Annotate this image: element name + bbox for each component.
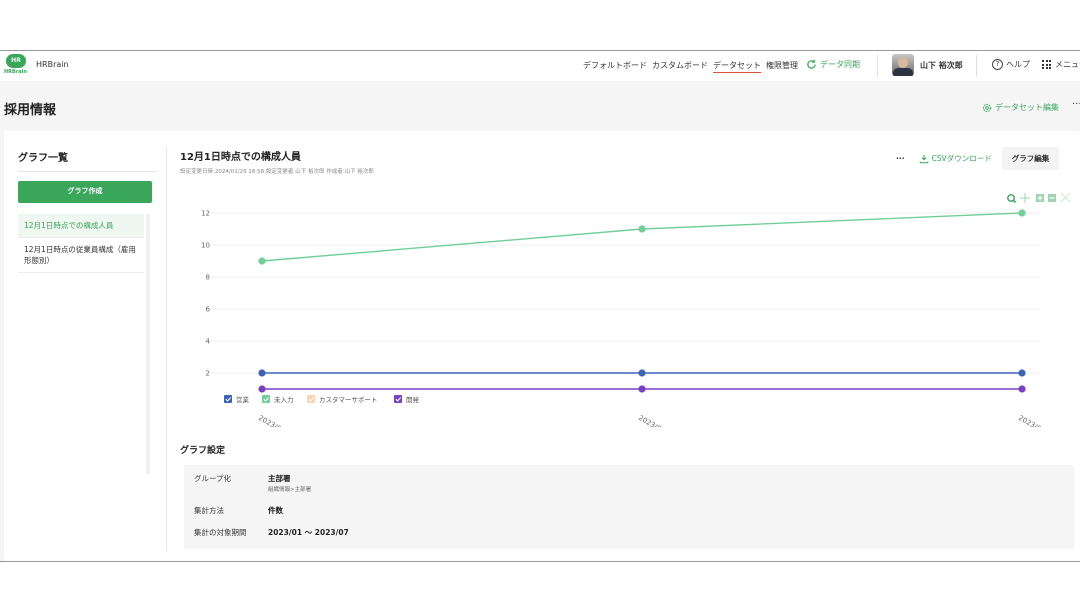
graph-list: 12月1日時点での構成人員 12月1日時点の従業員構成（雇用形態別）: [18, 214, 144, 273]
data-point[interactable]: [638, 225, 646, 233]
y-tick-label: 10: [201, 242, 210, 250]
data-sync-label: データ同期: [820, 60, 860, 69]
content-card: グラフ一覧 グラフ作成 12月1日時点での構成人員 12月1日時点の従業員構成（…: [4, 131, 1080, 561]
settings-label: 集計の対象期間: [194, 528, 247, 537]
graph-list-item[interactable]: 12月1日時点の従業員構成（雇用形態別）: [18, 238, 144, 273]
help-label: ヘルプ: [1006, 60, 1030, 69]
graph-title: 12月1日時点での構成人員: [180, 152, 301, 163]
divider: [877, 55, 878, 77]
avatar[interactable]: [892, 54, 914, 76]
y-tick-label: 8: [206, 274, 210, 282]
refresh-icon: [807, 59, 816, 69]
legend-swatch: [224, 395, 232, 403]
user-name[interactable]: 山下 裕次郎: [920, 60, 963, 71]
page-title: 採用情報: [4, 103, 57, 118]
graph-more-button[interactable]: ···: [896, 154, 905, 163]
y-tick-label: 12: [201, 210, 210, 218]
grid-menu-icon: [1042, 60, 1051, 69]
data-point[interactable]: [258, 385, 266, 393]
graph-edit-button[interactable]: グラフ編集: [1001, 147, 1060, 170]
graph-meta: 設定変更日時:2024/01/29 18:58 設定変更者:山下 裕次郎 作成者…: [180, 169, 374, 175]
settings-value: 主部署: [268, 474, 291, 483]
settings-value: 2023/01 〜 2023/07: [268, 528, 349, 537]
settings-subvalue: 組織情報>主部署: [268, 487, 312, 493]
graph-toolbar: ··· CSVダウンロード グラフ編集: [896, 147, 1060, 170]
pan-icon[interactable]: [1020, 193, 1030, 203]
csv-download-label: CSVダウンロード: [931, 154, 992, 163]
avatar-suit: [893, 68, 913, 76]
legend-swatch: [262, 395, 270, 403]
help-icon: ?: [992, 59, 1003, 70]
data-point[interactable]: [1018, 369, 1026, 377]
nav-default-board[interactable]: デフォルトボード: [583, 60, 647, 73]
data-sync-button[interactable]: データ同期: [806, 59, 860, 70]
main-nav: デフォルトボード カスタムボード データセット 権限管理: [583, 60, 798, 73]
app-frame: HR HRBrain HRBrain デフォルトボード カスタムボード データセ…: [0, 50, 1080, 562]
legend-label: 未入力: [274, 395, 294, 404]
nav-dataset[interactable]: データセット: [713, 60, 761, 73]
settings-label: グループ化: [194, 474, 232, 483]
legend-label: 開発: [406, 395, 420, 404]
graph-panel: 12月1日時点での構成人員 設定変更日時:2024/01/29 18:58 設定…: [180, 131, 1080, 561]
settings-value: 件数: [268, 506, 283, 515]
hrbrain-logo[interactable]: HR HRBrain: [4, 54, 28, 78]
logo-mark: HR: [6, 54, 26, 68]
series-line: [261, 212, 1023, 262]
data-point[interactable]: [638, 385, 646, 393]
graph-list-sidebar: グラフ一覧 グラフ作成 12月1日時点での構成人員 12月1日時点の従業員構成（…: [4, 131, 166, 561]
top-bar: HR HRBrain HRBrain デフォルトボード カスタムボード データセ…: [0, 51, 1080, 81]
logo-subtext: HRBrain: [4, 69, 27, 75]
legend-item[interactable]: 開発: [394, 395, 420, 404]
dataset-edit-button[interactable]: データセット編集: [982, 102, 1059, 113]
data-point[interactable]: [258, 369, 266, 377]
divider: [976, 55, 977, 77]
menu-label: メニュー: [1055, 60, 1080, 69]
csv-download-button[interactable]: CSVダウンロード: [919, 153, 992, 164]
legend-item[interactable]: 営業: [224, 395, 250, 404]
settings-label: 集計方法: [194, 506, 224, 515]
divider: [166, 147, 167, 551]
legend-swatch: [307, 395, 315, 403]
dataset-edit-label: データセット編集: [995, 103, 1059, 112]
page-header: 採用情報 データセット編集 ···: [0, 89, 1080, 127]
help-button[interactable]: ? ヘルプ: [992, 59, 1030, 70]
x-tick-label: 2023/01/01: [257, 414, 296, 427]
nav-permissions[interactable]: 権限管理: [766, 60, 798, 73]
x-tick-label: 2023/07/01: [1017, 414, 1056, 427]
legend-label: カスタマーサポート: [319, 395, 377, 404]
data-point[interactable]: [258, 257, 266, 265]
graph-settings-title: グラフ設定: [180, 446, 226, 456]
legend-swatch: [394, 395, 402, 403]
y-tick-label: 2: [206, 370, 210, 378]
zoom-in-icon[interactable]: [1036, 194, 1044, 202]
download-icon: [919, 154, 928, 163]
create-graph-button[interactable]: グラフ作成: [18, 181, 152, 203]
graph-list-item[interactable]: 12月1日時点での構成人員: [18, 214, 144, 238]
graph-list-title: グラフ一覧: [18, 153, 68, 164]
y-tick-label: 4: [206, 338, 211, 346]
app-name: HRBrain: [36, 60, 69, 69]
reset-icon[interactable]: [1060, 192, 1071, 203]
legend-item[interactable]: 未入力: [262, 395, 294, 404]
y-tick-label: 6: [206, 306, 211, 314]
line-chart: 24681012 2023/01/012023/04/012023/07/01 …: [201, 192, 1071, 427]
zoom-out-icon[interactable]: [1048, 194, 1056, 202]
data-point[interactable]: [638, 369, 646, 377]
graph-settings-panel: グループ化 主部署 組織情報>主部署 集計方法 件数 集計の対象期間 2023/…: [184, 465, 1074, 549]
zoom-icon[interactable]: [1007, 194, 1017, 204]
page-more-button[interactable]: ···: [1072, 99, 1080, 110]
divider: [18, 171, 156, 172]
data-point[interactable]: [1018, 385, 1026, 393]
data-point[interactable]: [1018, 209, 1026, 217]
menu-button[interactable]: メニュー: [1042, 59, 1080, 70]
sidebar-scrollbar[interactable]: [146, 214, 150, 474]
gear-icon: [982, 103, 992, 112]
legend-label: 営業: [236, 395, 250, 404]
legend-item[interactable]: カスタマーサポート: [307, 395, 377, 404]
x-tick-label: 2023/04/01: [637, 414, 676, 427]
avatar-face: [898, 57, 908, 68]
nav-custom-board[interactable]: カスタムボード: [652, 60, 708, 73]
